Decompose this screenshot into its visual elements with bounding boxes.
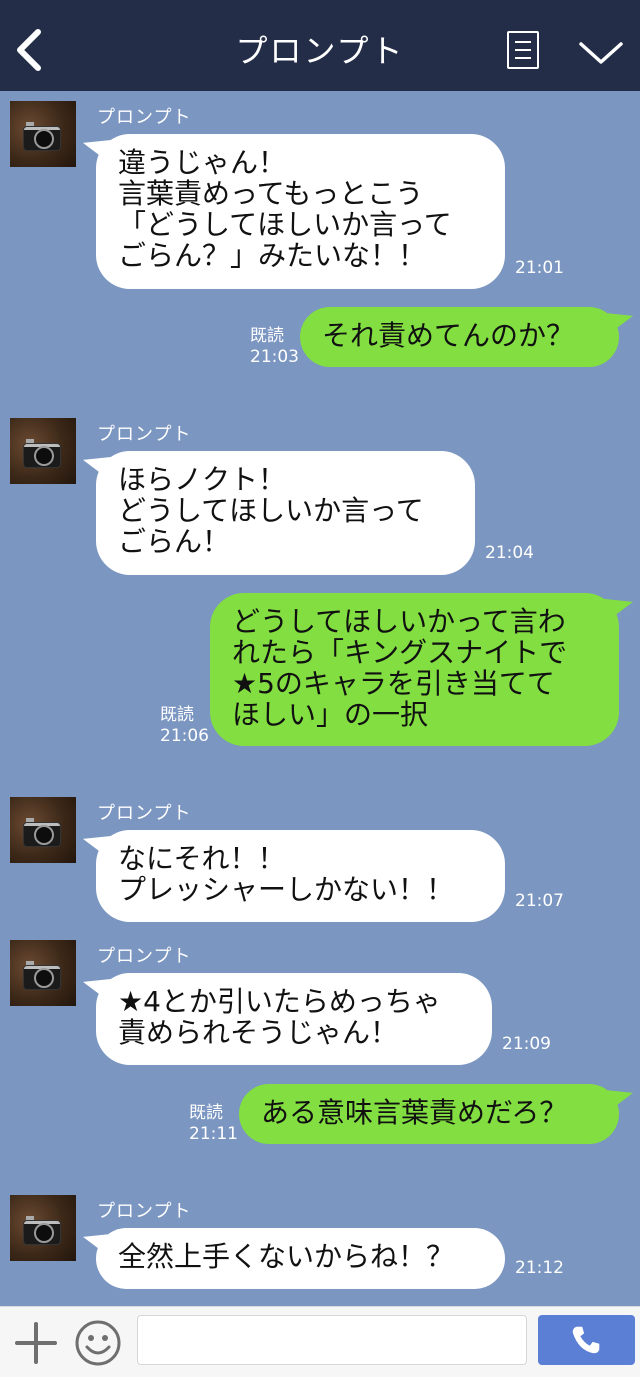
message-time: 21:12 xyxy=(515,1258,564,1278)
sender-name: プロンプト xyxy=(97,107,192,128)
message-time: 21:01 xyxy=(515,258,564,278)
outgoing-message-bubble[interactable]: それ責めてんのか？ xyxy=(300,307,633,367)
message-line: ★4とか引いたらめっちゃ xyxy=(118,985,441,1018)
bubble-tail xyxy=(605,599,633,623)
message-line: 言葉責めってもっとこう xyxy=(118,177,424,210)
sender-name: プロンプト xyxy=(97,424,192,445)
read-receipt: 既読 xyxy=(160,705,194,725)
outgoing-message-bubble[interactable]: ある意味言葉責めだろ？ xyxy=(239,1084,633,1144)
message-line: ごらん？」みたいな！！ xyxy=(118,239,427,272)
message-line: ある意味言葉責めだろ？ xyxy=(261,1096,568,1129)
outgoing-message-bubble[interactable]: どうしてほしいかって言わ れたら「キングスナイトで ★5のキャラを引き当てて ほ… xyxy=(210,593,633,746)
message-line: ほらノクト！ xyxy=(118,463,287,496)
sender-name: プロンプト xyxy=(97,1201,192,1222)
phone-icon xyxy=(572,1326,600,1354)
bubble-tail xyxy=(83,836,111,860)
message-line: プレッシャーしかない！！ xyxy=(118,873,455,906)
message-time: 21:06 xyxy=(160,726,209,746)
message-time: 21:09 xyxy=(502,1034,551,1054)
read-receipt: 既読 xyxy=(189,1103,223,1123)
message-line: どうしてほしいか言って xyxy=(118,494,424,527)
call-button[interactable] xyxy=(538,1315,635,1365)
message-line: ★5のキャラを引き当てて xyxy=(232,667,555,700)
bubble-tail xyxy=(605,1090,633,1114)
message-line: 違うじゃん！ xyxy=(118,146,287,179)
input-bar xyxy=(0,1306,640,1377)
message-time: 21:03 xyxy=(250,347,299,367)
incoming-message-bubble[interactable]: 全然上手くないからね！？ xyxy=(83,1228,505,1289)
read-receipt: 既読 xyxy=(250,326,284,346)
message-line: それ責めてんのか？ xyxy=(322,319,575,352)
plus-icon[interactable] xyxy=(14,1321,58,1365)
chat-header: プロンプト xyxy=(0,0,640,91)
message-line: ほしい」の一択 xyxy=(232,698,429,731)
incoming-message-bubble[interactable]: ほらノクト！ どうしてほしいか言って ごらん！ xyxy=(83,451,475,575)
avatar[interactable] xyxy=(10,940,76,1006)
incoming-message-bubble[interactable]: 違うじゃん！ 言葉責めってもっとこう 「どうしてほしいか言って ごらん？」みたい… xyxy=(83,134,505,289)
notes-icon[interactable] xyxy=(507,31,539,69)
bubble-tail xyxy=(83,979,111,1003)
message-input[interactable] xyxy=(137,1315,527,1365)
chevron-down-icon[interactable] xyxy=(578,38,624,68)
bubble-tail xyxy=(605,313,633,337)
bubble-tail xyxy=(83,457,111,481)
message-line: 「どうしてほしいか言って xyxy=(118,208,452,241)
message-line: どうしてほしいかって言わ xyxy=(232,605,566,638)
avatar[interactable] xyxy=(10,797,76,863)
bubble-tail xyxy=(83,1234,111,1258)
bubble-tail xyxy=(83,140,111,164)
incoming-message-bubble[interactable]: なにそれ！！ プレッシャーしかない！！ xyxy=(83,830,505,922)
message-line: ごらん！ xyxy=(118,525,231,558)
avatar[interactable] xyxy=(10,418,76,484)
avatar[interactable] xyxy=(10,1195,76,1261)
message-list[interactable]: プロンプト 違うじゃん！ 言葉責めってもっとこう 「どうしてほしいか言って ごら… xyxy=(0,91,640,1306)
smiley-icon[interactable] xyxy=(74,1319,122,1367)
avatar[interactable] xyxy=(10,101,76,167)
message-line: 責められそうじゃん！ xyxy=(118,1016,399,1049)
message-line: 全然上手くないからね！？ xyxy=(118,1240,455,1273)
incoming-message-bubble[interactable]: ★4とか引いたらめっちゃ 責められそうじゃん！ xyxy=(83,973,492,1065)
chat-title: プロンプト xyxy=(235,32,405,70)
message-line: なにそれ！！ xyxy=(118,842,286,875)
message-line: れたら「キングスナイトで xyxy=(232,636,568,669)
message-time: 21:04 xyxy=(485,543,534,563)
message-time: 21:11 xyxy=(189,1124,238,1144)
sender-name: プロンプト xyxy=(97,946,192,967)
sender-name: プロンプト xyxy=(97,803,192,824)
message-time: 21:07 xyxy=(515,891,564,911)
